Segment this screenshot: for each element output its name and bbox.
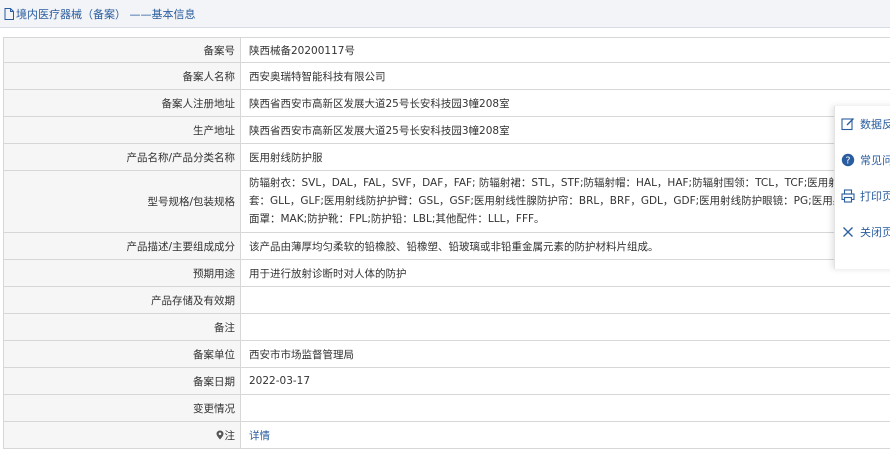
table-row: 备注 [4,314,890,341]
document-icon [4,7,14,20]
field-label: 备案日期 [4,368,241,394]
table-row: 预期用途 用于进行放射诊断时对人体的防护 [4,260,890,287]
field-value: 西安奥瑞特智能科技有限公司 [249,70,386,83]
field-label: 备案人名称 [4,63,241,89]
table-row: 备案人名称 西安奥瑞特智能科技有限公司 [4,63,890,90]
table-row: 备案单位 西安市市场监督管理局 [4,341,890,368]
field-label: 备注 [4,314,241,340]
floating-side-panel: 数据反 ? 常见问 打印页 关闭页 [834,106,890,269]
field-label: 备案单位 [4,341,241,367]
field-label: 备案人注册地址 [4,90,241,116]
field-value: 医用射线防护服 [249,151,323,164]
table-row: 型号规格/包装规格 防辐射衣：SVL，DAL，FAL，SVF，DAF，FAF; … [4,171,890,233]
table-row: 产品存储及有效期 [4,287,890,314]
print-icon [841,189,855,203]
data-feedback-button[interactable]: 数据反 [835,106,890,142]
field-value: 2022-03-17 [249,375,311,387]
help-icon: ? [841,153,855,167]
side-item-label: 关闭页 [860,226,890,239]
table-row: 备案人注册地址 陕西省西安市高新区发展大道25号长安科技园3幢208室 [4,90,890,117]
field-label: 生产地址 [4,117,241,143]
field-value: 陕西省西安市高新区发展大道25号长安科技园3幢208室 [249,124,510,137]
table-row: 变更情况 [4,395,890,422]
spec-line: 防辐射衣：SVL，DAL，FAL，SVF，DAF，FAF; 防辐射裙：STL，S… [249,177,881,189]
field-value: 西安市市场监督管理局 [249,348,354,361]
field-value: 详情 [241,422,890,448]
field-value: 陕西械备20200117号 [249,44,355,57]
field-value-multiline: 防辐射衣：SVL，DAL，FAL，SVF，DAF，FAF; 防辐射裙：STL，S… [241,171,890,232]
spec-line: 套：GLL，GLF;医用射线防护护臂：GSL，GSF;医用射线性腺防护帘：BRL… [249,195,875,207]
spec-line: 面罩：MAK;防护靴：FPL;防护铅：LBL;其他配件：LLL，FFF。 [249,213,545,225]
side-item-label: 数据反 [860,118,890,131]
pin-icon [216,430,224,440]
field-value: 用于进行放射诊断时对人体的防护 [249,267,407,280]
field-label: 产品名称/产品分类名称 [4,144,241,170]
field-label: 预期用途 [4,260,241,286]
side-item-label: 常见问 [860,154,890,167]
field-label: 备案号 [4,38,241,62]
table-row: 备案号 陕西械备20200117号 [4,38,890,63]
page-title: 境内医疗器械（备案） ——基本信息 [16,7,196,21]
table-row: 产品描述/主要组成成分 该产品由薄厚均匀柔软的铅橡胶、铅橡塑、铅玻璃或非铅重金属… [4,233,890,260]
close-icon [841,225,855,239]
field-label: 变更情况 [4,395,241,421]
info-table: 备案号 陕西械备20200117号 备案人名称 西安奥瑞特智能科技有限公司 备案… [3,37,890,449]
table-row: 产品名称/产品分类名称 医用射线防护服 [4,144,890,171]
field-value: 陕西省西安市高新区发展大道25号长安科技园3幢208室 [249,97,510,110]
table-row: 生产地址 陕西省西安市高新区发展大道25号长安科技园3幢208室 [4,117,890,144]
close-page-button[interactable]: 关闭页 [835,214,890,250]
field-value [241,314,890,340]
print-page-button[interactable]: 打印页 [835,178,890,214]
field-value: 该产品由薄厚均匀柔软的铅橡胶、铅橡塑、铅玻璃或非铅重金属元素的防护材料片组成。 [249,240,659,253]
edit-icon [841,117,855,131]
page-header: 境内医疗器械（备案） ——基本信息 [0,0,890,28]
table-row: 注 详情 [4,422,890,449]
table-row: 备案日期 2022-03-17 [4,368,890,395]
details-link[interactable]: 详情 [249,428,270,443]
field-label-note: 注 [4,422,241,448]
field-value [241,395,890,421]
field-label: 型号规格/包装规格 [4,171,241,232]
field-label: 产品存储及有效期 [4,287,241,313]
field-value [241,287,890,313]
note-label: 注 [224,429,236,442]
field-label: 产品描述/主要组成成分 [4,233,241,259]
faq-button[interactable]: ? 常见问 [835,142,890,178]
side-item-label: 打印页 [860,190,890,203]
svg-text:?: ? [845,156,850,167]
